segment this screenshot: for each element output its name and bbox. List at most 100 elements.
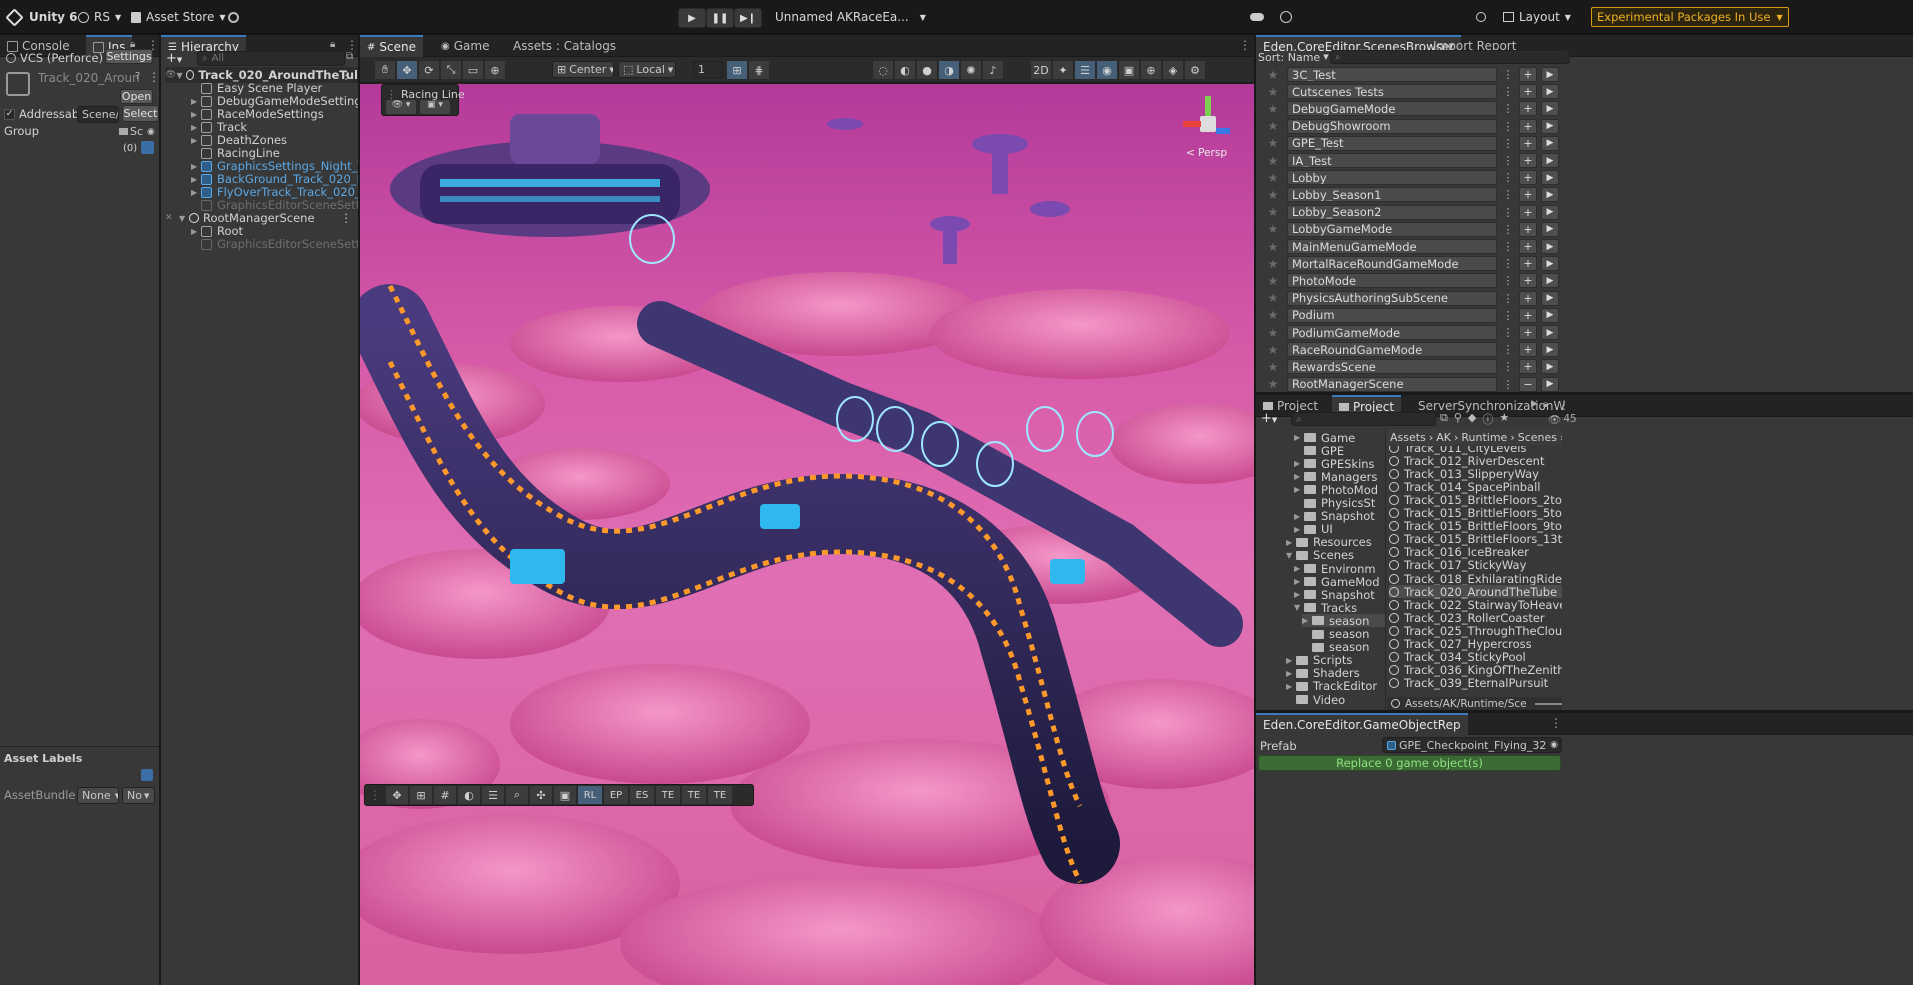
more-icon[interactable]: ⋮ <box>1501 240 1515 253</box>
assetbundle-dropdown[interactable]: None ▼ <box>77 787 119 804</box>
favorite-star-icon[interactable]: ★ <box>1264 240 1282 254</box>
expand-arrow-icon[interactable]: ▶ <box>1294 472 1304 481</box>
gizmo-center[interactable] <box>1200 116 1216 132</box>
lock-icon[interactable]: 🔒︎ <box>330 39 335 50</box>
scene-name-button[interactable]: MainMenuGameMode <box>1287 239 1497 254</box>
label-tag-icon[interactable] <box>141 141 154 154</box>
sort-dropdown[interactable]: Sort: Name ▼ <box>1258 49 1329 65</box>
scene-browser-row[interactable]: ★ MainMenuGameMode ⋮ + ▶ <box>1256 238 1559 255</box>
folder-tree-item[interactable]: ▶ season <box>1302 614 1385 628</box>
breadcrumb-item[interactable]: Runtime <box>1461 431 1507 444</box>
folder-tree-item[interactable]: ▶ Game <box>1294 431 1355 445</box>
vcs-settings-button[interactable]: Settings <box>105 49 153 64</box>
play-scene-icon[interactable]: ▶ <box>1541 342 1559 358</box>
search-by-type-icon[interactable]: ⧉ <box>1440 411 1448 427</box>
scene-browser-row[interactable]: ★ RaceRoundGameMode ⋮ + ▶ <box>1256 341 1559 358</box>
expand-arrow-icon[interactable]: ▼ <box>1286 551 1296 560</box>
breadcrumb-item[interactable]: Scenes <box>1518 431 1557 444</box>
scene-name-button[interactable]: Cutscenes Tests <box>1287 84 1497 100</box>
play-button[interactable]: ▶ <box>678 8 706 28</box>
filter-icon[interactable]: ⚲ <box>1454 411 1462 427</box>
add-scene-icon[interactable]: + <box>1519 221 1537 237</box>
more-icon[interactable]: ⋮ <box>341 211 353 225</box>
add-scene-icon[interactable]: + <box>1519 153 1537 168</box>
play-scene-icon[interactable]: ▶ <box>1541 221 1559 237</box>
gizmo-z-axis[interactable] <box>1216 128 1230 134</box>
expand-arrow-icon[interactable]: ▶ <box>1294 577 1304 586</box>
scene-file-item[interactable]: Track_022_StairwayToHeaven <box>1389 598 1562 612</box>
expand-arrow-icon[interactable]: ▶ <box>1286 682 1296 691</box>
tab-scene[interactable]: # Scene <box>360 35 423 57</box>
visibility-icon[interactable]: 👁︎ <box>165 70 176 80</box>
create-add-button[interactable]: +▼ <box>1261 411 1277 426</box>
search-icon[interactable] <box>1476 0 1486 34</box>
zoom-slider[interactable] <box>1534 702 1562 705</box>
expand-arrow-icon[interactable]: ▼ <box>176 71 186 80</box>
folder-tree-item[interactable]: ▶ Shaders <box>1286 666 1360 680</box>
search-options-icon[interactable]: ⧉ <box>346 51 353 62</box>
add-scene-icon[interactable]: + <box>1519 67 1537 82</box>
more-icon[interactable]: ⋮ <box>1558 398 1570 412</box>
more-icon[interactable]: ⋮ <box>1501 343 1515 356</box>
more-icon[interactable]: ⋮ <box>1501 326 1515 339</box>
scene-file-item[interactable]: Track_015_BrittleFloors_2to4pla <box>1389 493 1562 507</box>
play-scene-icon[interactable]: ▶ <box>1541 170 1559 186</box>
create-add-button[interactable]: +▼ <box>166 51 182 66</box>
shaded-wire-icon[interactable]: ◐ <box>894 60 916 80</box>
add-scene-icon[interactable]: + <box>1519 239 1537 254</box>
lock-icon[interactable]: 🔒︎ <box>1543 399 1548 410</box>
favorite-star-icon[interactable]: ★ <box>1264 171 1282 185</box>
scene-settings-icon[interactable]: ⚙ <box>1184 60 1206 80</box>
scene-file-item[interactable]: Track_020_AroundTheTube <box>1389 585 1562 599</box>
scene-name-button[interactable]: Lobby <box>1287 170 1497 186</box>
scene-file-item[interactable]: Track_015_BrittleFloors_5to8pla <box>1389 506 1562 520</box>
folder-tree-item[interactable]: ▶ Scripts <box>1286 653 1352 667</box>
snap-increment-icon[interactable]: ⋕ <box>748 60 770 80</box>
layout-dropdown[interactable]: Layout ▼ <box>1503 0 1571 34</box>
more-icon[interactable]: ⋮ <box>1501 120 1515 133</box>
add-scene-icon[interactable]: + <box>1519 170 1537 186</box>
folder-tree-item[interactable]: season <box>1302 627 1369 641</box>
expand-arrow-icon[interactable]: ▶ <box>191 188 201 197</box>
add-scene-icon[interactable]: + <box>1519 359 1537 375</box>
more-icon[interactable]: ⋮ <box>1501 360 1515 373</box>
expand-arrow-icon[interactable]: ▶ <box>1294 485 1304 494</box>
te-tool-button[interactable]: TE <box>655 785 681 805</box>
more-icon[interactable]: ⋮ <box>1239 38 1251 52</box>
scene-name-button[interactable]: PhysicsAuthoringSubScene <box>1287 290 1497 306</box>
open-button[interactable]: Open <box>120 89 153 104</box>
account-dropdown[interactable]: RS ▼ <box>78 0 121 34</box>
scene-file-item[interactable]: Track_036_KingOfTheZenith <box>1389 663 1562 677</box>
more-icon[interactable]: ⋮ <box>1501 85 1515 98</box>
play-scene-icon[interactable]: ▶ <box>1541 239 1559 254</box>
folder-tree-item[interactable]: ▼ Scenes <box>1286 548 1354 562</box>
group-field[interactable]: Sc ◉ <box>115 123 155 140</box>
folder-tree-item[interactable]: Video <box>1286 693 1345 707</box>
scene-name-button[interactable]: GPE_Test <box>1287 135 1497 151</box>
more-icon[interactable]: ⋮ <box>148 70 159 84</box>
favorite-star-icon[interactable]: ★ <box>1264 360 1282 374</box>
tab-game[interactable]: ◉ Game <box>434 35 496 57</box>
scene-file-item[interactable]: Track_027_Hypercross <box>1389 637 1562 651</box>
add-scene-icon[interactable]: + <box>1519 204 1537 220</box>
add-scene-icon[interactable]: + <box>1519 307 1537 323</box>
folder-tree-item[interactable]: ▶ GPESkins <box>1294 457 1375 471</box>
expand-arrow-icon[interactable]: ▶ <box>1286 656 1296 665</box>
play-scene-icon[interactable]: ▶ <box>1541 153 1559 168</box>
favorite-star-icon[interactable]: ★ <box>1264 257 1282 271</box>
scene-viewport[interactable]: ⋮ Racing Line 👁︎ ▾ ▣ ▾ < Persp <box>360 84 1254 985</box>
expand-arrow-icon[interactable]: ▶ <box>1294 525 1304 534</box>
gizmo-x-axis[interactable] <box>1183 121 1201 127</box>
help-icon[interactable]: ? <box>135 71 140 82</box>
asset-store-dropdown[interactable]: Asset Store ▼ <box>131 0 226 34</box>
more-icon[interactable]: ⋮ <box>1501 206 1515 219</box>
expand-arrow-icon[interactable]: ▶ <box>191 227 201 236</box>
scene-file-item[interactable]: Track_017_StickyWay <box>1389 558 1562 572</box>
more-icon[interactable]: ⋮ <box>1501 223 1515 236</box>
expand-arrow-icon[interactable]: ▼ <box>1294 603 1304 612</box>
gizmo-y-axis[interactable] <box>1205 96 1211 116</box>
expand-arrow-icon[interactable]: ▶ <box>1286 669 1296 678</box>
te-tool-button[interactable]: TE <box>681 785 707 805</box>
expand-arrow-icon[interactable]: ▶ <box>1294 590 1304 599</box>
breadcrumb-item[interactable]: Assets <box>1390 431 1426 444</box>
